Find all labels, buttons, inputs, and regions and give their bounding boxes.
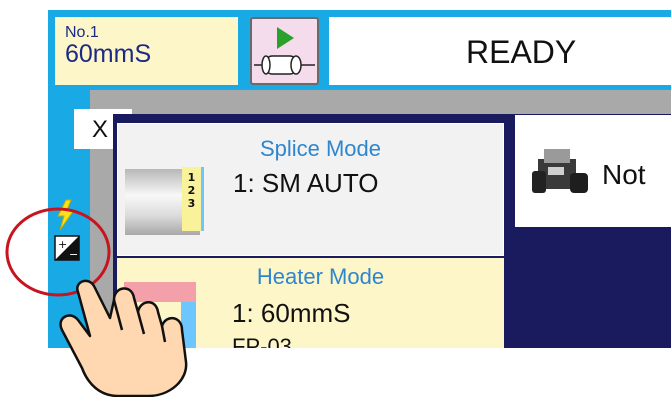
heater-number: No.1 <box>65 24 99 41</box>
play-icon <box>254 27 315 75</box>
heater-program: 60mmS <box>65 40 152 68</box>
status-text: READY <box>466 34 577 70</box>
svg-text:+: + <box>58 238 67 251</box>
fiber-holder-icon <box>532 149 588 193</box>
heater-program-badge[interactable]: No.1 60mmS <box>55 17 238 85</box>
holder-status-text: Not <box>602 159 646 190</box>
heater-icon-bar <box>181 302 196 348</box>
fiber-numbers: 1 2 3 <box>182 167 204 231</box>
splicer-screen: No.1 60mmS READY X Splice Mode 1 2 3 1: … <box>48 10 671 348</box>
lightning-icon <box>57 199 75 231</box>
axis-label: X <box>92 116 109 143</box>
heater-mode-button[interactable]: Heater Mode 1: 60mmS FP-03 <box>117 258 504 348</box>
splice-mode-value: 1: SM AUTO <box>233 168 379 198</box>
heater-icon <box>124 282 196 302</box>
side-toolbar[interactable]: + − <box>52 198 82 268</box>
status-bar: READY <box>329 17 671 85</box>
brightness-contrast-icon[interactable]: + − <box>54 235 80 261</box>
heater-sleeve-type: FP-03 <box>232 334 292 348</box>
fiber-holder-button[interactable]: Not <box>515 115 671 227</box>
svg-text:−: − <box>69 248 78 261</box>
heater-mode-value: 1: 60mmS <box>232 298 351 328</box>
splice-mode-title: Splice Mode <box>259 136 382 161</box>
fiber-icon: 1 2 3 <box>125 167 204 235</box>
splice-mode-button[interactable]: Splice Mode 1 2 3 1: SM AUTO <box>117 123 504 256</box>
start-heater-button[interactable] <box>250 17 319 85</box>
